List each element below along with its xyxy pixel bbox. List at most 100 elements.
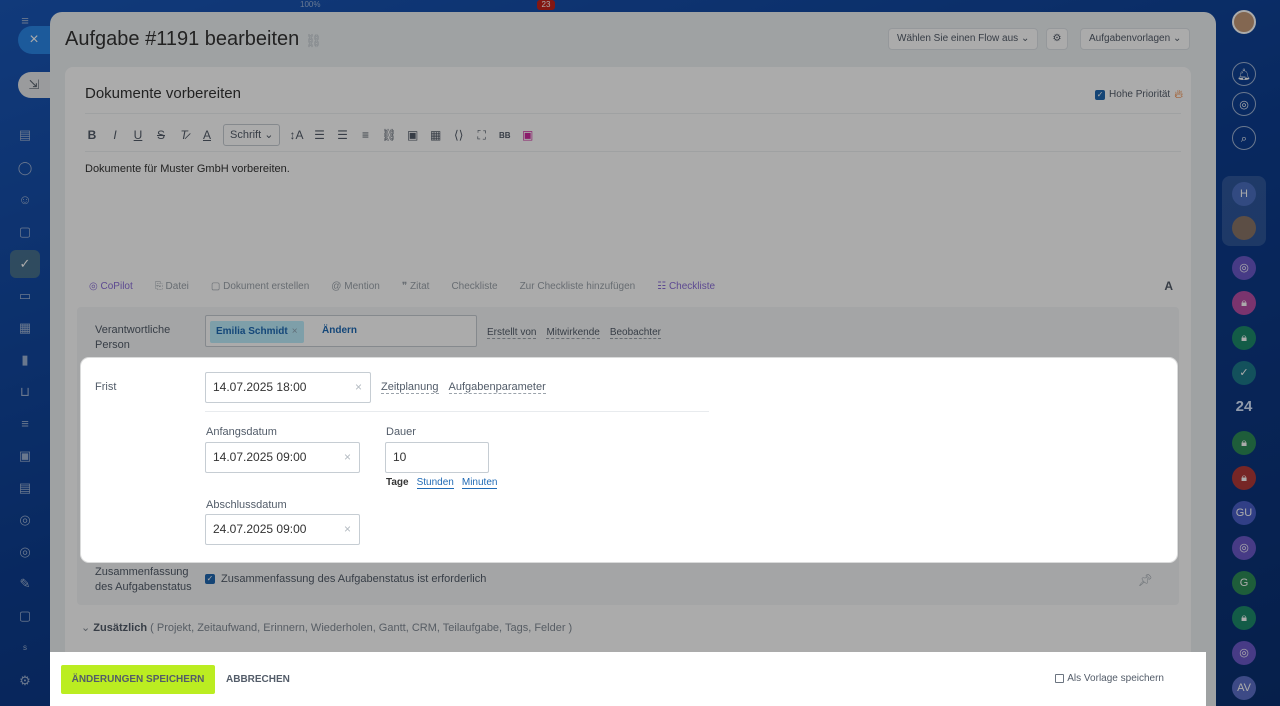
goal-icon[interactable]: ◎ — [17, 545, 33, 559]
deadline-input[interactable]: 14.07.2025 18:00 × — [205, 372, 371, 403]
start-date-input[interactable]: 14.07.2025 09:00 × — [205, 442, 360, 473]
change-responsible-link[interactable]: Ändern — [322, 325, 357, 336]
summary-required-toggle[interactable]: ✓ Zusammenfassung des Aufgabenstatus ist… — [205, 573, 486, 585]
lock-chat-icon[interactable]: 🔒︎ — [1232, 291, 1256, 315]
copilot-button[interactable]: ◎ CoPilot — [89, 281, 133, 292]
analytics-icon[interactable]: ▮ — [17, 353, 33, 367]
responsible-selector[interactable]: Emilia Schmidt × Ändern — [205, 315, 477, 347]
store-icon[interactable]: ≡ — [17, 417, 33, 431]
strikethrough-icon[interactable]: S — [154, 128, 168, 142]
summary-checkbox[interactable]: ✓ — [205, 574, 215, 584]
contact-initial-av[interactable]: AV — [1232, 676, 1256, 700]
add-to-checklist-button[interactable]: Zur Checkliste hinzufügen — [520, 281, 636, 292]
bell-icon[interactable]: 🔔︎ — [1232, 62, 1256, 86]
task-params-link[interactable]: Aufgabenparameter — [448, 381, 546, 394]
responsible-chip[interactable]: Emilia Schmidt × — [210, 321, 304, 343]
tasks-icon[interactable]: ✓ — [17, 257, 33, 271]
collapse-slider-button[interactable]: ⇲ — [18, 72, 50, 98]
robot-icon[interactable]: ◎ — [17, 513, 33, 527]
additional-section-toggle[interactable]: ⌄ Zusätzlich ( Projekt, Zeitaufwand, Eri… — [81, 621, 572, 634]
task-templates-button[interactable]: Aufgabenvorlagen ⌄ — [1080, 28, 1191, 50]
presentation-icon[interactable]: ▦ — [17, 321, 33, 335]
task-title-input[interactable]: Dokumente vorbereiten — [85, 85, 241, 102]
calendar-icon[interactable]: ▤ — [17, 481, 33, 495]
format-toggle-button[interactable]: A — [1164, 279, 1173, 293]
lock-chat-icon-3[interactable]: 🔒︎ — [1232, 466, 1256, 490]
clear-icon[interactable]: × — [344, 515, 351, 544]
remove-person-icon[interactable]: × — [292, 326, 298, 337]
task-chat-icon[interactable]: ✓ — [1232, 361, 1256, 385]
planning-link[interactable]: Zeitplanung — [381, 381, 439, 394]
high-priority-toggle[interactable]: ✓ Hohe Priorität 🔥︎ — [1095, 87, 1183, 102]
bold-icon[interactable]: B — [85, 128, 99, 142]
clear-icon[interactable]: × — [355, 373, 362, 402]
lock-chat-green-icon[interactable]: 🔒︎ — [1232, 326, 1256, 350]
cancel-button[interactable]: ABBRECHEN — [226, 665, 290, 694]
quote-button[interactable]: ❞ Zitat — [402, 281, 430, 292]
contact-initial-h[interactable]: H — [1232, 182, 1256, 206]
edit-icon[interactable]: ✎ — [17, 577, 33, 591]
user-avatar[interactable] — [1232, 10, 1256, 34]
created-by-link[interactable]: Erstellt von — [487, 327, 537, 339]
calendar-day[interactable]: 24 — [1229, 398, 1259, 415]
chat-icon[interactable]: ◯ — [17, 161, 33, 175]
fullscreen-icon[interactable]: ⛶ — [475, 128, 489, 143]
clear-icon[interactable]: × — [344, 443, 351, 472]
table-icon[interactable]: ▦ — [429, 128, 443, 142]
align-icon[interactable]: ≡ — [358, 128, 372, 142]
text-color-icon[interactable]: A — [200, 128, 214, 142]
italic-icon[interactable]: I — [108, 128, 122, 142]
bullet-list-icon[interactable]: ☰ — [335, 128, 349, 142]
settings-icon[interactable]: ⚙ — [17, 674, 33, 688]
spiral-icon[interactable]: ◎ — [1232, 92, 1256, 116]
code-icon[interactable]: ⟨⟩ — [452, 128, 466, 142]
pin-icon[interactable]: 📌︎ — [1138, 573, 1153, 587]
bbcode-icon[interactable]: BB — [498, 131, 512, 140]
unit-days[interactable]: Tage — [386, 477, 409, 489]
observers-link[interactable]: Beobachter — [609, 327, 661, 339]
settings-gear-button[interactable]: ⚙ — [1046, 28, 1068, 50]
font-select[interactable]: Schrift ⌄ — [223, 124, 281, 146]
template-checkbox[interactable] — [1055, 674, 1065, 683]
numbered-list-icon[interactable]: ☰ — [312, 128, 326, 142]
copy-link-icon[interactable]: ⛓ — [305, 33, 322, 48]
mail-icon[interactable]: ▣ — [17, 449, 33, 463]
participants-link[interactable]: Mitwirkende — [546, 327, 600, 339]
copilot-chat-icon[interactable]: ◎ — [1232, 256, 1256, 280]
lock-chat-icon-2[interactable]: 🔒︎ — [1232, 431, 1256, 455]
finance-icon[interactable]: ▭ — [17, 289, 33, 303]
cart-icon[interactable]: ⊔ — [17, 385, 33, 399]
checklist-text-button[interactable]: Checkliste — [451, 281, 497, 292]
file-button[interactable]: ⎘ Datei — [155, 281, 189, 292]
search-chat-icon[interactable]: ⌕ — [1232, 126, 1256, 150]
small-badge-icon[interactable]: s — [17, 641, 33, 655]
copilot-chat-icon-3[interactable]: ◎ — [1232, 641, 1256, 665]
save-as-template-toggle[interactable]: Als Vorlage speichern — [1055, 673, 1164, 684]
clear-format-icon[interactable]: T̷ — [177, 128, 191, 142]
end-date-input[interactable]: 24.07.2025 09:00 × — [205, 514, 360, 545]
checklist-button[interactable]: ☷ Checkliste — [657, 281, 715, 292]
priority-checkbox[interactable]: ✓ — [1095, 89, 1106, 100]
font-size-icon[interactable]: ↕A — [289, 128, 303, 142]
description-editor[interactable]: Dokumente für Muster GmbH vorbereiten. — [85, 163, 290, 175]
link-icon[interactable]: ⛓ — [381, 128, 396, 142]
flow-select[interactable]: Wählen Sie einen Flow aus ⌄ — [888, 28, 1039, 50]
mention-button[interactable]: @ Mention — [331, 281, 380, 292]
unit-minutes[interactable]: Minuten — [461, 477, 498, 489]
media-icon[interactable]: ▣ — [521, 128, 535, 142]
create-document-button[interactable]: ▢ Dokument erstellen — [211, 281, 309, 292]
contact-avatar[interactable] — [1232, 216, 1256, 240]
unit-hours[interactable]: Stunden — [416, 477, 454, 489]
contacts-icon[interactable]: ☺ — [17, 193, 33, 207]
save-changes-button[interactable]: ÄNDERUNGEN SPEICHERN — [61, 665, 215, 694]
docs-icon[interactable]: ▢ — [17, 225, 33, 239]
feed-icon[interactable]: ▤ — [17, 128, 33, 142]
contact-initial-gu[interactable]: GU — [1232, 501, 1256, 525]
box-icon[interactable]: ▢ — [17, 609, 33, 623]
underline-icon[interactable]: U — [131, 128, 145, 142]
copilot-chat-icon-2[interactable]: ◎ — [1232, 536, 1256, 560]
image-icon[interactable]: ▣ — [406, 128, 420, 142]
close-slider-button[interactable]: × — [18, 26, 50, 54]
duration-input[interactable]: 10 — [385, 442, 489, 473]
contact-initial-g[interactable]: G — [1232, 571, 1256, 595]
